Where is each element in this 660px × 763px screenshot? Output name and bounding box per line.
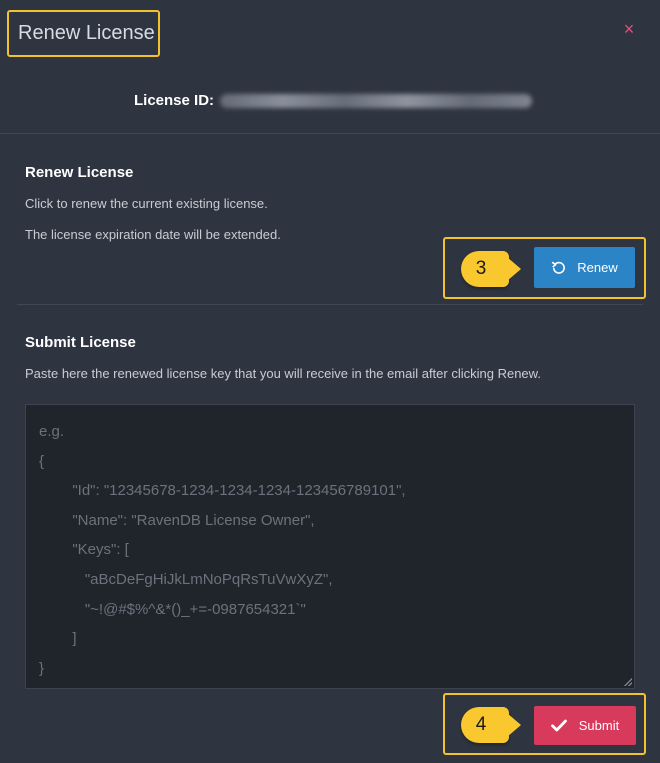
renew-section-title: Renew License — [25, 164, 134, 181]
section-divider — [17, 304, 643, 305]
license-id-label: License ID: — [134, 92, 215, 109]
renew-button[interactable]: Renew — [534, 247, 635, 288]
refresh-icon — [552, 261, 566, 274]
submit-button-label: Submit — [578, 718, 620, 733]
step-badge-4: 4 — [461, 707, 521, 743]
renew-section: Renew License Click to renew the current… — [25, 163, 635, 243]
close-icon[interactable]: × — [622, 20, 636, 38]
license-id-value-redacted — [220, 93, 533, 108]
dialog-title: Renew License — [18, 22, 155, 44]
license-key-placeholder: e.g. { "Id": "12345678-1234-1234-1234-12… — [39, 423, 406, 677]
title-highlight: Renew License — [7, 10, 160, 57]
submit-highlight: 4 Submit — [443, 693, 646, 755]
submit-section: Submit License Paste here the renewed li… — [25, 333, 635, 382]
submit-description: Paste here the renewed license key that … — [25, 366, 541, 381]
step-number: 4 — [475, 714, 487, 735]
renew-description-1: Click to renew the current existing lice… — [25, 196, 268, 211]
step-badge-3: 3 — [461, 251, 521, 287]
license-id: License ID: — [134, 92, 533, 109]
step-number: 3 — [475, 258, 487, 279]
submit-section-title: Submit License — [25, 334, 136, 351]
check-icon — [550, 719, 567, 732]
renew-license-dialog: Renew License × License ID: Renew Licens… — [0, 0, 660, 763]
license-key-textarea[interactable]: e.g. { "Id": "12345678-1234-1234-1234-12… — [25, 404, 635, 689]
renew-highlight: 3 Renew — [443, 237, 646, 299]
dialog-header: Renew License × License ID: — [0, 0, 660, 134]
renew-button-label: Renew — [577, 260, 618, 275]
resize-handle[interactable] — [624, 678, 632, 686]
submit-button[interactable]: Submit — [534, 706, 636, 745]
